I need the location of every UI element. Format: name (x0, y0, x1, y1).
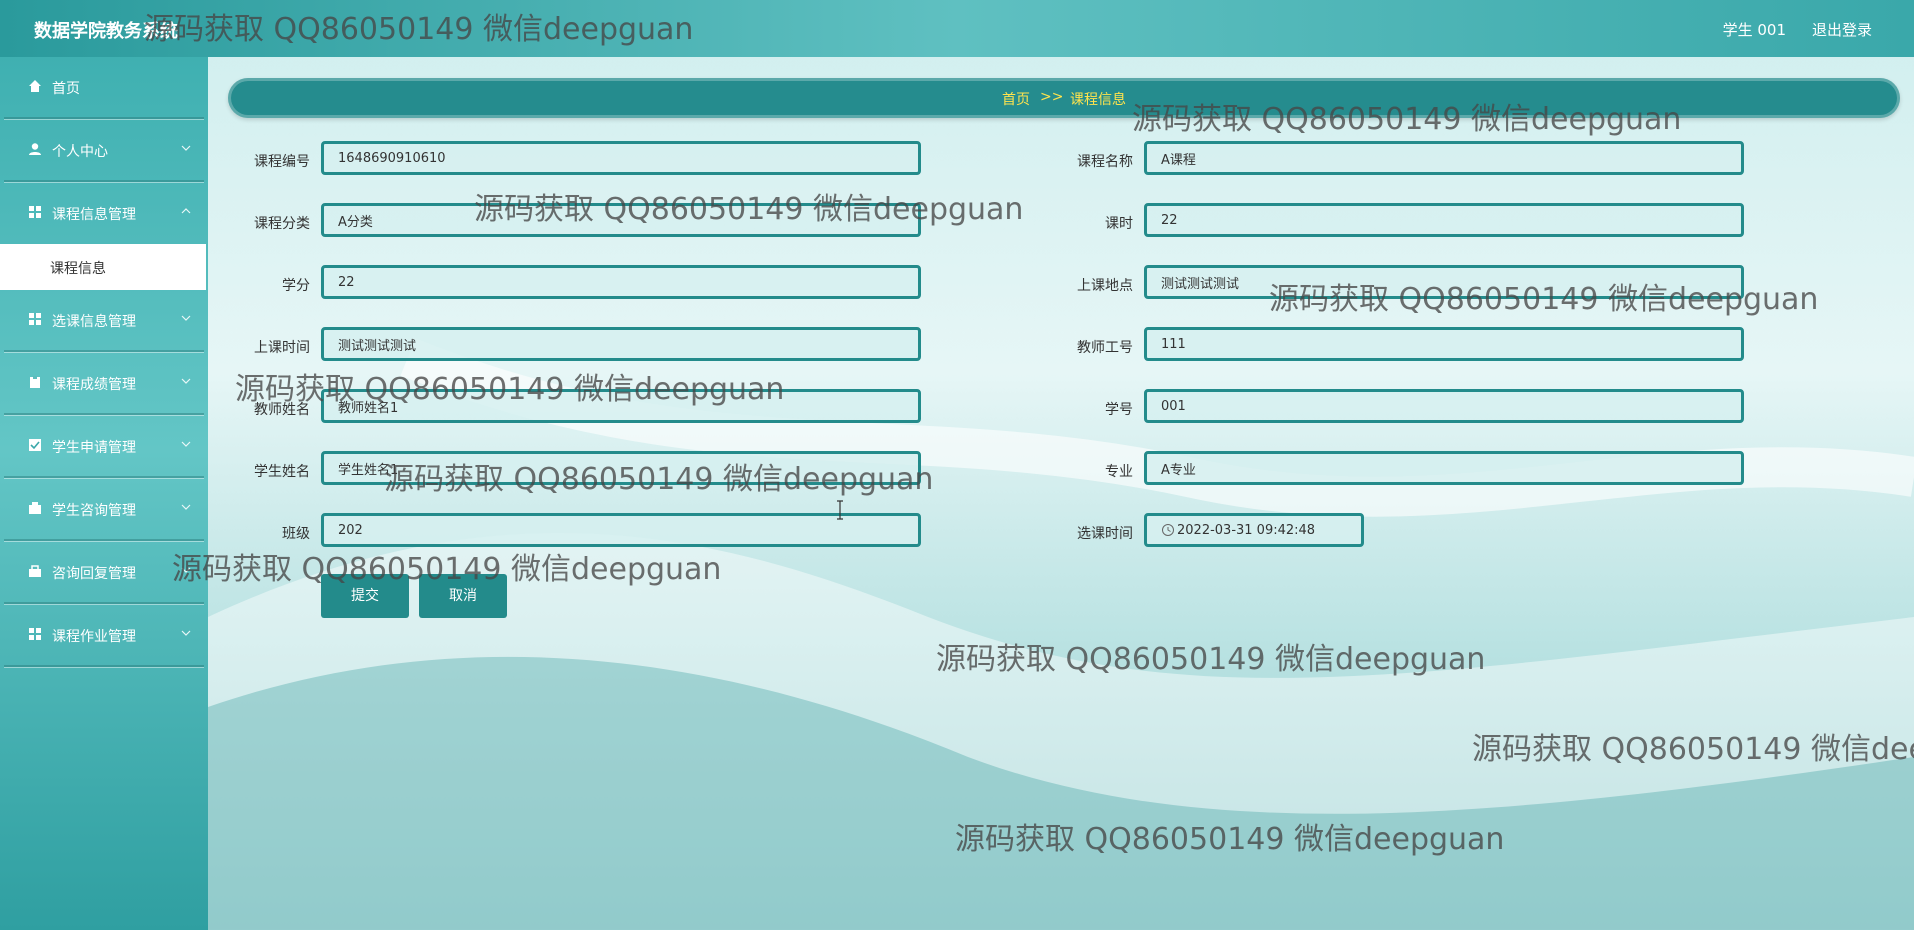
home-icon (29, 80, 41, 92)
category-label: 课程分类 (254, 216, 310, 232)
select-time-input[interactable] (1144, 513, 1364, 547)
current-user-label[interactable]: 学生 001 (1723, 19, 1786, 40)
chat-icon (29, 502, 41, 514)
cancel-button[interactable]: 取消 (419, 574, 507, 618)
sidebar-item-grade-mgmt[interactable]: 课程成绩管理 (4, 353, 204, 415)
checklist-icon (29, 439, 41, 451)
sidebar: 首页 个人中心 课程信息管理 课程信息 选课信息管理 课程成绩管理 学生申请管理… (0, 57, 208, 930)
major-label: 专业 (1105, 464, 1133, 480)
chevron-down-icon (181, 504, 191, 510)
select-time-label: 选课时间 (1077, 526, 1133, 542)
sidebar-subitem-label: 课程信息 (50, 261, 106, 277)
teacher-name-label: 教师姓名 (254, 402, 310, 418)
course-no-input[interactable] (321, 141, 921, 175)
course-name-label: 课程名称 (1077, 154, 1133, 170)
hours-label: 课时 (1105, 216, 1133, 232)
student-name-label: 学生姓名 (254, 464, 310, 480)
sidebar-item-label: 个人中心 (52, 144, 108, 160)
chevron-up-icon (181, 208, 191, 214)
top-bar: 数据学院教务系统 学生 001 退出登录 (0, 0, 1914, 57)
logout-link[interactable]: 退出登录 (1812, 19, 1872, 40)
sidebar-item-application-mgmt[interactable]: 学生申请管理 (4, 416, 204, 478)
chevron-down-icon (181, 378, 191, 384)
student-no-label: 学号 (1105, 402, 1133, 418)
box-icon (29, 565, 41, 577)
sidebar-item-label: 课程成绩管理 (52, 377, 136, 393)
class-input[interactable] (321, 513, 921, 547)
breadcrumb-current: 课程信息 (1070, 92, 1126, 108)
class-time-input[interactable] (321, 327, 921, 361)
class-time-label: 上课时间 (254, 340, 310, 356)
chevron-down-icon (181, 315, 191, 321)
course-name-input[interactable] (1144, 141, 1744, 175)
text-cursor-icon (837, 500, 843, 520)
student-name-input[interactable] (321, 451, 921, 485)
watermark: 源码获取 QQ86050149 微信deepguan (955, 822, 1505, 857)
major-input[interactable] (1144, 451, 1744, 485)
background-wave (208, 338, 1914, 930)
sidebar-item-home[interactable]: 首页 (4, 57, 204, 119)
grid-icon (29, 313, 41, 325)
clipboard-icon (30, 376, 40, 388)
watermark: 源码获取 QQ86050149 微信deepguan (936, 642, 1486, 677)
sidebar-item-label: 课程作业管理 (52, 629, 136, 645)
chevron-down-icon (181, 145, 191, 151)
sidebar-subitem-course-info[interactable]: 课程信息 (0, 244, 206, 290)
chevron-down-icon (181, 441, 191, 447)
sidebar-item-label: 选课信息管理 (52, 314, 136, 330)
sidebar-item-personal-center[interactable]: 个人中心 (4, 120, 204, 182)
hours-input[interactable] (1144, 203, 1744, 237)
course-no-label: 课程编号 (254, 154, 310, 170)
sidebar-item-course-selection-mgmt[interactable]: 选课信息管理 (4, 290, 204, 352)
teacher-name-input[interactable] (321, 389, 921, 423)
credit-label: 学分 (282, 278, 310, 294)
credit-input[interactable] (321, 265, 921, 299)
chevron-down-icon (181, 630, 191, 636)
student-no-input[interactable] (1144, 389, 1744, 423)
class-label: 班级 (282, 526, 310, 542)
sidebar-item-consultation-mgmt[interactable]: 学生咨询管理 (4, 479, 204, 541)
breadcrumb-home[interactable]: 首页 (1002, 89, 1030, 109)
app-title: 数据学院教务系统 (34, 21, 178, 42)
sidebar-item-reply-mgmt[interactable]: 咨询回复管理 (4, 542, 204, 604)
grid-icon (29, 206, 41, 218)
sidebar-item-label: 学生申请管理 (52, 440, 136, 456)
category-input[interactable] (321, 203, 921, 237)
user-icon (29, 143, 41, 155)
sidebar-item-label: 学生咨询管理 (52, 503, 136, 519)
sidebar-item-label: 咨询回复管理 (52, 566, 136, 582)
location-input[interactable] (1144, 265, 1744, 299)
breadcrumb: 首页 >> 课程信息 (228, 78, 1900, 118)
grid-icon (29, 628, 41, 640)
breadcrumb-separator: >> (1040, 89, 1064, 105)
teacher-no-label: 教师工号 (1077, 340, 1133, 356)
chevron-down-icon (181, 567, 191, 573)
sidebar-item-homework-mgmt[interactable]: 课程作业管理 (4, 605, 204, 667)
location-label: 上课地点 (1077, 278, 1133, 294)
submit-button[interactable]: 提交 (321, 574, 409, 618)
clock-icon (1162, 524, 1174, 536)
watermark: 源码获取 QQ86050149 微信deepguan (1472, 732, 1914, 767)
sidebar-item-label: 课程信息管理 (52, 207, 136, 223)
teacher-no-input[interactable] (1144, 327, 1744, 361)
sidebar-item-course-info-mgmt[interactable]: 课程信息管理 (4, 183, 204, 243)
sidebar-item-label: 首页 (52, 81, 80, 97)
